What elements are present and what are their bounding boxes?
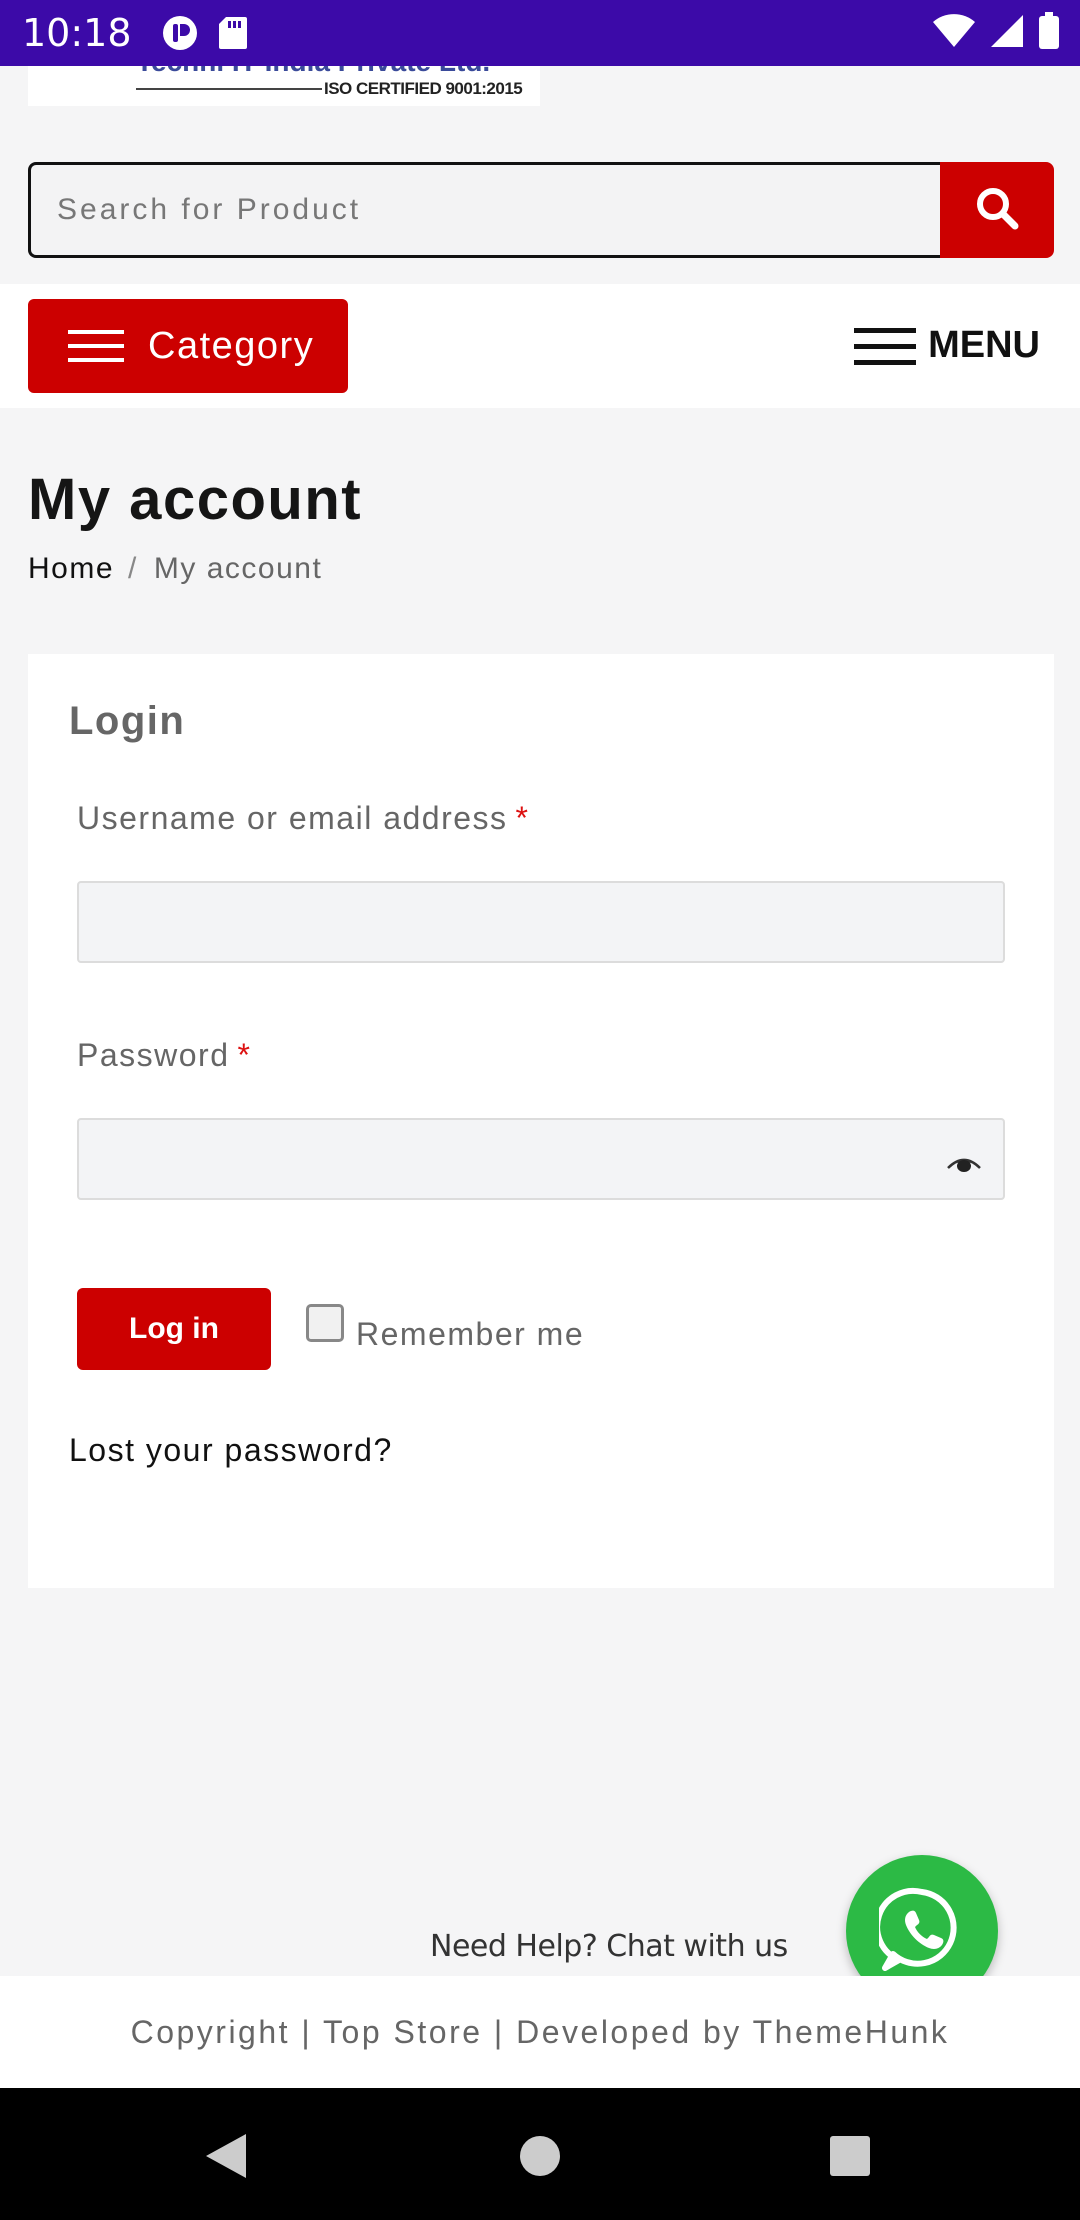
breadcrumb-home-link[interactable]: Home (28, 552, 114, 586)
required-mark: * (237, 1037, 252, 1073)
username-label-text: Username or email address (77, 800, 508, 836)
search-icon (974, 185, 1020, 236)
wifi-icon (932, 13, 976, 54)
breadcrumb-separator: / (128, 552, 138, 585)
footer-copyright: Copyright | Top Store | Developed by The… (130, 2013, 950, 2050)
navigation-bar: Category MENU (0, 284, 1080, 408)
login-button[interactable]: Log in (77, 1288, 271, 1370)
login-title: Login (69, 699, 186, 743)
menu-button[interactable]: MENU (854, 324, 1040, 367)
recents-icon[interactable] (828, 2132, 872, 2185)
login-form: Login Username or email address * Passwor… (28, 654, 1054, 1588)
menu-label: MENU (928, 324, 1040, 366)
password-label-text: Password (77, 1037, 230, 1073)
show-password-icon[interactable] (947, 1156, 981, 1177)
password-field[interactable] (77, 1118, 1005, 1200)
logo-certification: ISO CERTIFIED 9001:2015 (324, 79, 523, 98)
required-mark: * (515, 800, 530, 836)
hamburger-icon (68, 329, 124, 363)
breadcrumb: Home / My account (28, 552, 322, 586)
app-notification-icon (162, 15, 198, 51)
search-bar (28, 162, 1054, 258)
status-time: 10:18 (22, 11, 132, 55)
logo-divider (136, 88, 322, 90)
category-label: Category (148, 324, 315, 367)
category-button[interactable]: Category (28, 299, 348, 393)
lost-password-link[interactable]: Lost your password? (69, 1432, 393, 1469)
system-navigation-bar (0, 2088, 1080, 2220)
search-input[interactable] (28, 162, 940, 258)
footer: Copyright | Top Store | Developed by The… (0, 1976, 1080, 2088)
site-logo[interactable]: Techni IT India Private Ltd. ISO CERTIFI… (28, 66, 540, 106)
remember-me-label[interactable]: Remember me (356, 1316, 584, 1353)
signal-icon (990, 13, 1024, 54)
menu-hamburger-icon (854, 326, 917, 366)
status-bar: 10:18 (0, 0, 1080, 66)
username-field[interactable] (77, 881, 1005, 963)
home-icon[interactable] (518, 2132, 562, 2185)
logo-company-text: Techni IT India Private Ltd. (136, 66, 490, 78)
back-icon[interactable] (204, 2132, 248, 2185)
breadcrumb-current: My account (153, 552, 323, 585)
sd-card-icon (218, 16, 248, 50)
battery-icon (1038, 12, 1060, 55)
page-title: My account (28, 467, 363, 532)
password-label: Password * (77, 1037, 251, 1074)
search-button[interactable] (940, 162, 1054, 258)
remember-me-checkbox[interactable] (306, 1304, 344, 1342)
whatsapp-icon (874, 1886, 965, 1977)
username-label: Username or email address * (77, 800, 530, 837)
